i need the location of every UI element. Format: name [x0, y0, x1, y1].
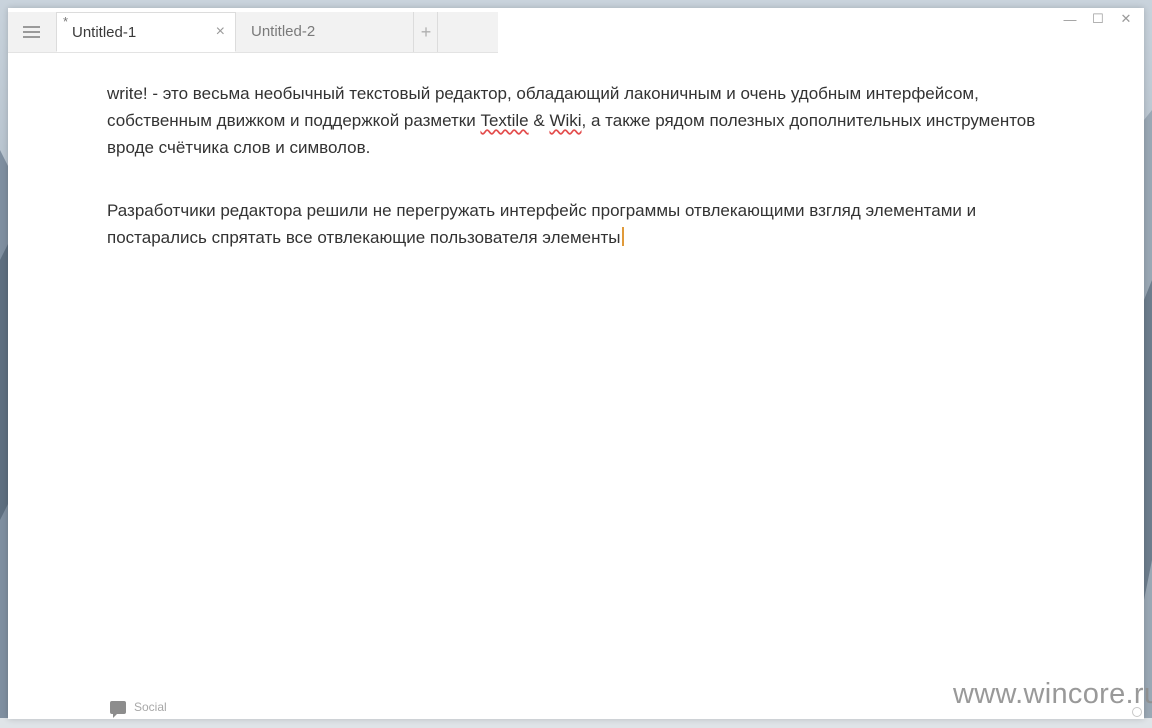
maximize-icon[interactable]: ☐ — [1084, 10, 1112, 28]
social-label: Social — [134, 700, 167, 714]
tab-untitled-1[interactable]: * Untitled-1 × — [56, 12, 236, 52]
spellcheck-word: Wiki — [549, 111, 582, 130]
text-caret — [621, 227, 624, 246]
paragraph: Разработчики редактора решили не перегру… — [107, 201, 977, 247]
tab-untitled-2[interactable]: Untitled-2 — [236, 12, 414, 52]
paragraph: write! - это весьма необычный текстовый … — [107, 84, 1036, 157]
menu-button[interactable] — [8, 12, 54, 52]
add-tab-button[interactable]: + — [415, 12, 438, 52]
unsaved-marker: * — [63, 14, 69, 29]
comment-icon — [110, 700, 126, 718]
tab-label: Untitled-1 — [72, 24, 137, 41]
tab-strip: * Untitled-1 × Untitled-2 + — [8, 12, 498, 53]
close-window-icon[interactable]: ✕ — [1112, 10, 1140, 28]
social-button[interactable]: Social — [110, 698, 167, 718]
tab-label: Untitled-2 — [251, 23, 316, 40]
app-window: * Untitled-1 × Untitled-2 + — ☐ ✕ write!… — [8, 8, 1144, 719]
title-bar: * Untitled-1 × Untitled-2 + — ☐ ✕ — [8, 8, 1144, 53]
hamburger-icon — [22, 26, 40, 38]
minimize-icon[interactable]: — — [1056, 10, 1084, 28]
close-icon[interactable]: × — [216, 23, 225, 41]
window-controls: — ☐ ✕ — [1056, 10, 1140, 30]
text-editor[interactable]: write! - это весьма необычный текстовый … — [107, 80, 1047, 287]
watermark: www.wincore.ru — [953, 678, 1152, 710]
spellcheck-word: Textile — [480, 111, 529, 130]
